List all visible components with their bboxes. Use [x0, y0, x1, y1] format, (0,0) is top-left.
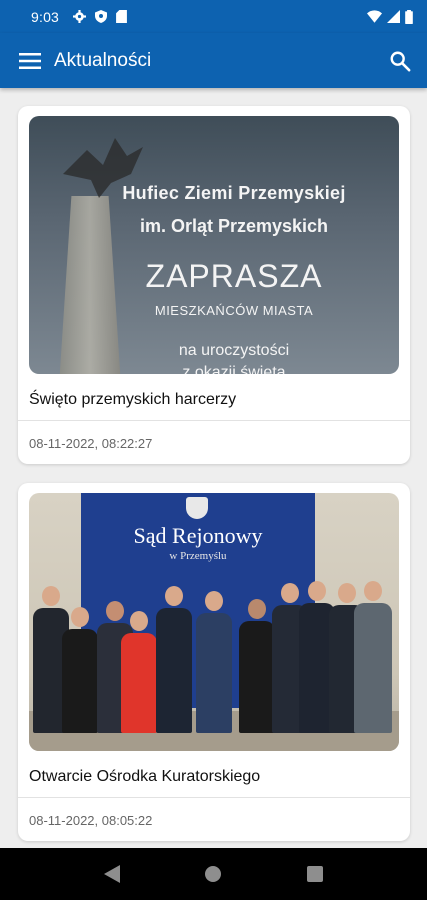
back-button[interactable]	[104, 865, 121, 883]
news-card-date: 08-11-2022, 08:22:27	[29, 436, 153, 451]
recents-button[interactable]	[306, 866, 323, 882]
news-card-image[interactable]: Hufiec Ziemi Przemyskiej im. Orląt Przem…	[29, 116, 399, 374]
banner-subtitle: w Przemyślu	[169, 550, 227, 562]
back-icon	[104, 865, 121, 883]
status-time: 9:03	[31, 8, 60, 25]
group-photo: Sąd Rejonowy w Przemyślu	[29, 493, 399, 751]
banner-title: Sąd Rejonowy	[133, 523, 263, 548]
signal-icon	[387, 10, 400, 23]
wifi-icon	[367, 10, 382, 23]
settings-icon	[73, 10, 87, 23]
search-button[interactable]	[389, 50, 411, 72]
app-bar: Aktualności	[0, 33, 427, 88]
eagle-emblem-icon	[186, 497, 208, 519]
search-icon	[390, 51, 411, 71]
person-figure	[354, 581, 392, 733]
poster-line: na uroczystości	[178, 342, 290, 359]
navigation-bar	[0, 848, 427, 900]
news-feed: Hufiec Ziemi Przemyskiej im. Orląt Przem…	[0, 88, 427, 848]
person-figure	[156, 586, 192, 733]
card-divider	[18, 420, 410, 421]
menu-button[interactable]	[19, 52, 41, 70]
news-card-image[interactable]: Sąd Rejonowy w Przemyślu	[29, 493, 399, 751]
news-card-date: 08-11-2022, 08:05:22	[29, 813, 153, 828]
recents-icon	[306, 866, 323, 882]
poster-line: ZAPRASZA	[145, 258, 323, 294]
poster-line: im. Orląt Przemyskich	[139, 216, 329, 236]
status-left-icons	[73, 10, 127, 23]
person-figure	[239, 599, 275, 733]
menu-icon	[19, 52, 41, 69]
poster-line: MIESZKAŃCÓW MIASTA	[154, 303, 314, 318]
news-card[interactable]: Sąd Rejonowy w Przemyślu Otwarcie Ośrodk…	[18, 483, 410, 841]
news-card-title[interactable]: Otwarcie Ośrodka Kuratorskiego	[29, 768, 260, 786]
page-title: Aktualności	[54, 49, 152, 71]
battery-icon	[405, 9, 413, 24]
card-divider	[18, 797, 410, 798]
poster-line: z okazji święta	[182, 364, 286, 374]
news-card[interactable]: Hufiec Ziemi Przemyskiej im. Orląt Przem…	[18, 106, 410, 464]
news-card-title[interactable]: Święto przemyskich harcerzy	[29, 391, 236, 409]
poster-line: Hufiec Ziemi Przemyskiej	[122, 183, 346, 203]
person-figure	[196, 591, 232, 733]
person-figure	[121, 611, 157, 733]
home-icon	[205, 866, 222, 882]
poster-image: Hufiec Ziemi Przemyskiej im. Orląt Przem…	[29, 116, 399, 374]
status-bar: 9:03	[0, 0, 427, 33]
status-right-icons	[367, 9, 413, 24]
sim-card-icon	[116, 10, 127, 23]
shield-icon	[95, 10, 108, 23]
home-button[interactable]	[204, 865, 222, 883]
person-figure	[62, 607, 98, 733]
